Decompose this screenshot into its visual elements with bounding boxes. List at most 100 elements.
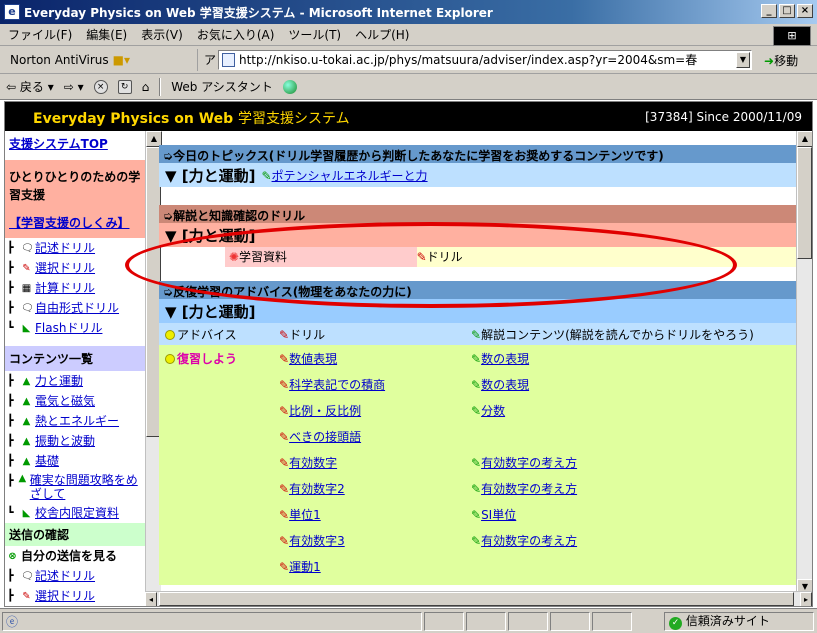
address-input[interactable]: http://nkiso.u-tokai.ac.jp/phys/matsuura…	[218, 50, 752, 70]
pencil-icon: ✎	[279, 507, 290, 522]
send-self-label[interactable]: 自分の送信を見る	[21, 548, 117, 564]
minimize-button[interactable]: _	[761, 4, 777, 18]
scroll-up-icon[interactable]: ▲	[797, 131, 812, 147]
content-link[interactable]: 有効数字の考え方	[481, 456, 577, 470]
menu-bar: ファイル(F) 編集(E) 表示(V) お気に入り(A) ツール(T) ヘルプ(…	[0, 24, 817, 46]
horizontal-scrollbar[interactable]: ◂ ▸	[145, 591, 812, 606]
menu-edit[interactable]: 編集(E)	[86, 26, 127, 43]
norton-toolbar[interactable]: Norton AntiVirus ■▾	[0, 48, 198, 71]
forward-button[interactable]: ⇨ ▾	[64, 80, 84, 94]
drill-link[interactable]: 有効数字3	[289, 534, 345, 548]
home-icon[interactable]: ⌂	[142, 80, 150, 94]
close-button[interactable]: ×	[797, 4, 813, 18]
content-link[interactable]: SI単位	[481, 508, 516, 522]
menu-tools[interactable]: ツール(T)	[288, 26, 341, 43]
pencil-icon: ✎	[279, 351, 290, 366]
drill-link[interactable]: 科学表記での積商	[289, 378, 385, 392]
nav-campus-material[interactable]: 校舎内限定資料	[35, 505, 119, 521]
tree-icon: ▲	[22, 375, 31, 387]
material-label: 学習資料	[238, 250, 287, 264]
menu-file[interactable]: ファイル(F)	[8, 26, 72, 43]
content-link[interactable]: 有効数字の考え方	[481, 534, 577, 548]
go-label: 移動	[774, 54, 799, 68]
tree-icon: ▲	[22, 435, 31, 447]
pencil-icon: ✎	[279, 429, 290, 444]
advice-title: ▼ [力と運動]	[159, 299, 796, 323]
navigation-toolbar: ⇦ 戻る ▾ ⇨ ▾ × ↻ ⌂ Web アシスタント	[0, 74, 817, 100]
kaisetsu-title: ▼ [力と運動]	[159, 223, 796, 247]
kaisetsu-heading: ➭解説と知識確認のドリル	[159, 205, 796, 223]
review-label: 復習しよう	[177, 351, 238, 366]
pencil-icon: ✎	[471, 377, 482, 392]
status-pane	[466, 612, 506, 631]
check-icon: ⊗	[8, 550, 17, 562]
stop-icon[interactable]: ×	[93, 79, 108, 94]
nav-waves[interactable]: 振動と波動	[35, 433, 95, 449]
advice-heading-text: 反復学習のアドバイス(物理をあなたの力に)	[173, 285, 412, 299]
tree-icon: ▲	[22, 395, 31, 407]
norton-icon: ■▾	[112, 52, 131, 67]
scroll-thumb[interactable]	[159, 592, 794, 606]
nav-electromagnetism[interactable]: 電気と磁気	[35, 393, 95, 409]
scroll-right-icon[interactable]: ▸	[800, 592, 812, 606]
menu-view[interactable]: 表示(V)	[141, 26, 183, 43]
drill-link[interactable]: 有効数字2	[289, 482, 345, 496]
menu-favorites[interactable]: お気に入り(A)	[197, 26, 275, 43]
drill-link[interactable]: べきの接頭語	[289, 430, 361, 444]
status-pane	[592, 612, 632, 631]
scroll-thumb[interactable]	[797, 147, 812, 259]
send-choice-drill[interactable]: 選択ドリル	[35, 588, 95, 604]
support-top-link[interactable]: 支援システムTOP	[9, 137, 108, 151]
content-link[interactable]: 数の表現	[481, 352, 529, 366]
main-scrollbar[interactable]: ▲ ▼	[796, 131, 812, 595]
nav-descriptive-drill[interactable]: 記述ドリル	[35, 240, 95, 256]
drill-link[interactable]: 比例・反比例	[289, 404, 361, 418]
tree-icon: ▲	[22, 415, 31, 427]
pencil-icon: ✎	[471, 403, 482, 418]
speech-icon: 🗨	[21, 570, 34, 582]
drill-link[interactable]: 運動1	[289, 560, 321, 574]
content-link[interactable]: 数の表現	[481, 378, 529, 392]
drill-link[interactable]: 有効数字	[289, 456, 337, 470]
nav-heat-energy[interactable]: 熱とエネルギー	[35, 413, 119, 429]
menu-help[interactable]: ヘルプ(H)	[355, 26, 409, 43]
status-bar: ⓔ ✓ 信頼済みサイト	[0, 608, 817, 633]
arrow-icon: ➭	[163, 209, 174, 223]
content-link[interactable]: 有効数字の考え方	[481, 482, 577, 496]
flash-icon: ◣	[22, 322, 31, 334]
nav-choice-drill[interactable]: 選択ドリル	[35, 260, 95, 276]
tree-icon: ◣	[22, 507, 31, 519]
maximize-button[interactable]: □	[779, 4, 795, 18]
sun-icon: ✺	[228, 250, 239, 264]
topic-link[interactable]: ポテンシャルエネルギーと力	[272, 169, 428, 183]
address-toolbar: Norton AntiVirus ■▾ アドレス(D) http://nkiso…	[0, 46, 817, 74]
web-assistant-label[interactable]: Web アシスタント	[171, 78, 273, 95]
drill-link[interactable]: 数値表現	[289, 352, 337, 366]
address-dropdown-icon[interactable]: ▼	[736, 52, 750, 68]
nav-force-motion[interactable]: 力と運動	[35, 373, 83, 389]
drill-link[interactable]: 単位1	[289, 508, 321, 522]
nav-basics[interactable]: 基礎	[35, 453, 59, 469]
nav-calc-drill[interactable]: 計算ドリル	[35, 280, 95, 296]
scroll-left-icon[interactable]: ◂	[145, 592, 157, 606]
main-frame: ➭ 今日のトピックス(ドリル学習履歴から判断したあなたに学習をお奨めするコンテンツ…	[159, 131, 796, 595]
pencil-icon: ✎	[261, 168, 272, 183]
windows-logo-icon: ⊞	[773, 26, 811, 46]
topics-heading-text: 今日のトピックス(ドリル学習履歴から判断したあなたに学習をお奨めするコンテンツで…	[173, 149, 664, 163]
pencil-icon: ✎	[471, 455, 482, 470]
nav-free-drill[interactable]: 自由形式ドリル	[35, 300, 119, 316]
send-descriptive-drill[interactable]: 記述ドリル	[35, 568, 95, 584]
tree-icon: ▲	[18, 473, 27, 484]
pencil-icon: ✎	[416, 250, 427, 264]
window-titlebar: e Everyday Physics on Web 学習支援システム - Mic…	[0, 0, 817, 24]
nav-flash-drill[interactable]: Flashドリル	[35, 320, 102, 336]
pencil-icon: ✎	[471, 327, 482, 342]
content-link[interactable]: 分数	[481, 404, 505, 418]
refresh-icon[interactable]: ↻	[117, 79, 132, 94]
nav-problem-strategy[interactable]: 確実な問題攻略をめざして	[30, 473, 143, 501]
go-button[interactable]: ➜移動	[764, 52, 798, 69]
globe-icon[interactable]	[282, 79, 297, 94]
back-button[interactable]: ⇦ 戻る ▾	[6, 78, 54, 95]
send-heading: 送信の確認	[5, 523, 145, 546]
mechanism-link[interactable]: 【学習支援のしくみ】	[9, 216, 129, 230]
